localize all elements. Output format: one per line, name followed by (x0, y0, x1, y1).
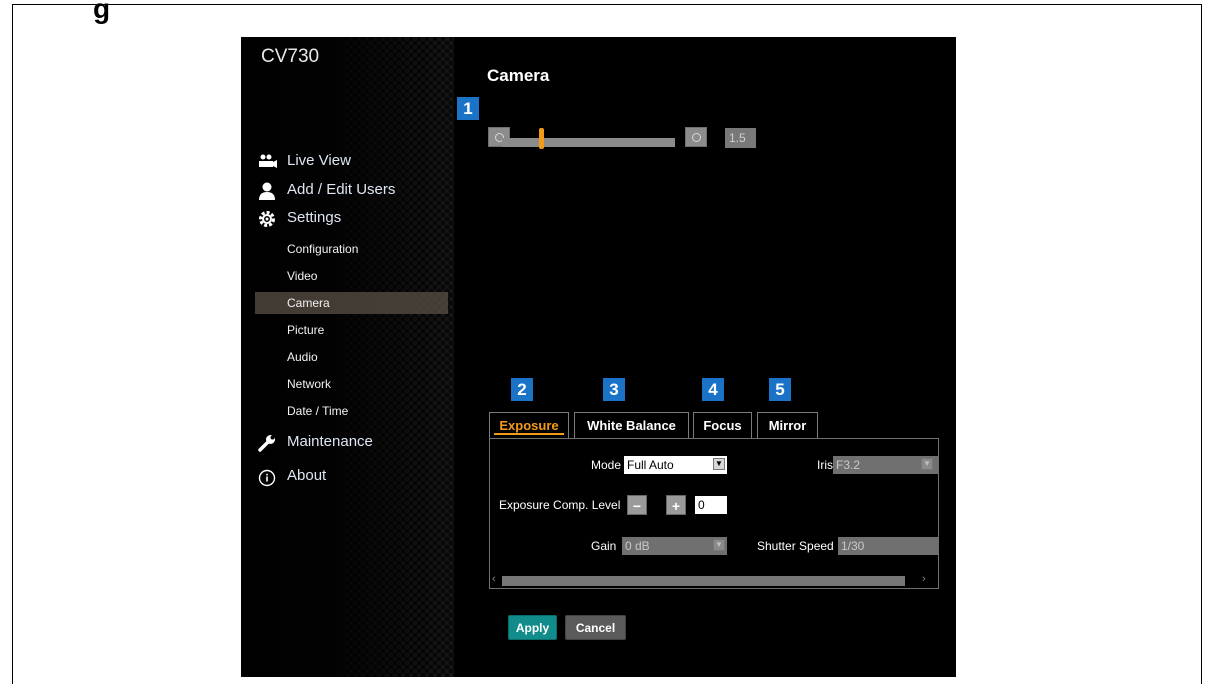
callout-badge-5: 5 (769, 378, 791, 401)
sub-video[interactable]: Video (255, 265, 448, 287)
shutter-speed-value: 1/30 (841, 539, 865, 553)
nav-settings[interactable]: Settings (241, 207, 454, 231)
web-ui: CV730 Live View Add / Edit Users Setting… (241, 37, 956, 677)
sub-audio[interactable]: Audio (255, 346, 448, 368)
mode-select-value: Full Auto (627, 458, 674, 472)
user-icon (257, 181, 277, 201)
shutter-speed-label: Shutter Speed (757, 539, 834, 553)
scrollbar-thumb[interactable] (502, 576, 905, 586)
sub-date-time[interactable]: Date / Time (255, 400, 448, 422)
page-title: Camera (487, 66, 550, 85)
nav-settings-label: Settings (287, 209, 342, 226)
tab-white-balance[interactable]: White Balance (574, 412, 689, 438)
exposure-comp-label: Exposure Comp. Level (499, 498, 621, 512)
nav-live-view-label: Live View (287, 152, 351, 169)
sub-camera[interactable]: Camera (255, 292, 448, 314)
tab-focus[interactable]: Focus (693, 412, 752, 438)
sub-configuration[interactable]: Configuration (255, 238, 448, 260)
nav-live-view[interactable]: Live View (241, 150, 454, 174)
nav-maintenance-label: Maintenance (287, 433, 373, 450)
info-icon (257, 467, 277, 487)
nav-maintenance[interactable]: Maintenance (241, 431, 454, 455)
zoom-in-button[interactable] (685, 127, 707, 147)
gear-icon (257, 209, 277, 229)
gain-select[interactable]: 0 dB ▼ (622, 537, 727, 555)
nav-about-label: About (287, 467, 327, 484)
chevron-down-icon: ▼ (713, 539, 725, 551)
apply-button[interactable]: Apply (508, 615, 557, 640)
nav-about[interactable]: About (241, 465, 454, 489)
sidebar: CV730 Live View Add / Edit Users Setting… (241, 37, 454, 677)
callout-badge-2: 2 (511, 378, 533, 401)
gain-select-value: 0 dB (625, 539, 650, 553)
iris-label: Iris (817, 458, 833, 472)
sub-network[interactable]: Network (255, 373, 448, 395)
zoom-value: 1.5 (725, 128, 756, 148)
chevron-down-icon: ▼ (921, 458, 933, 470)
chevron-down-icon: ▼ (713, 458, 725, 470)
nav-add-edit-users[interactable]: Add / Edit Users (241, 179, 454, 203)
exposure-comp-input[interactable]: 0 (695, 496, 727, 514)
callout-badge-3: 3 (603, 378, 625, 401)
zoom-slider-track[interactable] (502, 138, 675, 147)
zoom-slider-thumb[interactable] (539, 128, 544, 149)
horizontal-scrollbar[interactable]: ‹ › (490, 573, 938, 588)
mode-select[interactable]: Full Auto ▼ (624, 456, 727, 474)
tab-mirror[interactable]: Mirror (757, 412, 818, 438)
shutter-speed-select[interactable]: 1/30 (838, 537, 938, 555)
callout-badge-4: 4 (702, 378, 724, 401)
exposure-panel: Mode Full Auto ▼ Iris F3.2 ▼ Exposure Co… (489, 438, 939, 589)
sub-picture[interactable]: Picture (255, 319, 448, 341)
exposure-comp-plus-button[interactable]: + (666, 495, 686, 515)
exposure-comp-minus-button[interactable]: − (627, 495, 647, 515)
device-name: CV730 (261, 46, 320, 67)
camera-group-icon (257, 152, 277, 172)
nav-add-edit-users-label: Add / Edit Users (287, 181, 396, 198)
cancel-button[interactable]: Cancel (565, 615, 626, 640)
iris-select-value: F3.2 (836, 458, 861, 472)
zoom-in-icon (692, 133, 701, 142)
wrench-icon (257, 433, 277, 453)
doc-heading-fragment: g (93, 0, 111, 24)
iris-select[interactable]: F3.2 ▼ (833, 456, 938, 474)
tab-exposure[interactable]: Exposure (489, 412, 569, 438)
mode-label: Mode (591, 458, 622, 472)
scroll-right-icon[interactable]: › (922, 573, 926, 585)
gain-label: Gain (591, 539, 617, 553)
callout-badge-1: 1 (457, 97, 479, 120)
scroll-left-icon[interactable]: ‹ (492, 573, 496, 585)
